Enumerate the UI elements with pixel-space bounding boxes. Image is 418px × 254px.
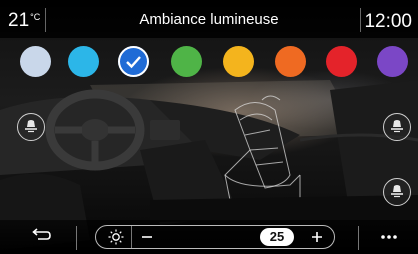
clock: 12:00 <box>364 11 412 32</box>
ceiling-light-icon <box>391 120 403 133</box>
brightness-value: 25 <box>260 228 294 246</box>
ambient-lighting-screen: 21°C Ambiance lumineuse 12:00 25 <box>0 0 418 254</box>
plus-icon <box>312 232 322 242</box>
divider <box>360 8 361 32</box>
more-icon[interactable] <box>380 234 398 240</box>
left-zone-light-button[interactable] <box>17 113 45 141</box>
car-interior-image <box>0 80 418 250</box>
back-arrow-icon[interactable] <box>30 227 52 243</box>
color-swatch-pale-blue[interactable] <box>20 46 51 77</box>
divider <box>358 226 359 250</box>
right-zone-light-button[interactable] <box>383 113 411 141</box>
color-swatch-row <box>0 46 418 80</box>
ceiling-light-icon <box>391 185 403 198</box>
color-swatch-yellow[interactable] <box>223 46 254 77</box>
color-swatch-blue[interactable] <box>118 46 149 77</box>
color-swatch-purple[interactable] <box>377 46 408 77</box>
plus-button[interactable] <box>306 227 328 247</box>
minus-button[interactable] <box>136 227 158 247</box>
color-swatch-orange[interactable] <box>275 46 306 77</box>
page-title: Ambiance lumineuse <box>139 11 279 28</box>
divider <box>131 226 132 248</box>
rear-zone-light-button[interactable] <box>383 178 411 206</box>
color-swatch-cyan[interactable] <box>68 46 99 77</box>
divider <box>76 226 77 250</box>
checkmark-icon <box>126 56 141 69</box>
color-swatch-red[interactable] <box>326 46 357 77</box>
color-swatch-green[interactable] <box>171 46 202 77</box>
ceiling-light-icon <box>25 120 37 133</box>
sun-icon <box>108 229 124 245</box>
